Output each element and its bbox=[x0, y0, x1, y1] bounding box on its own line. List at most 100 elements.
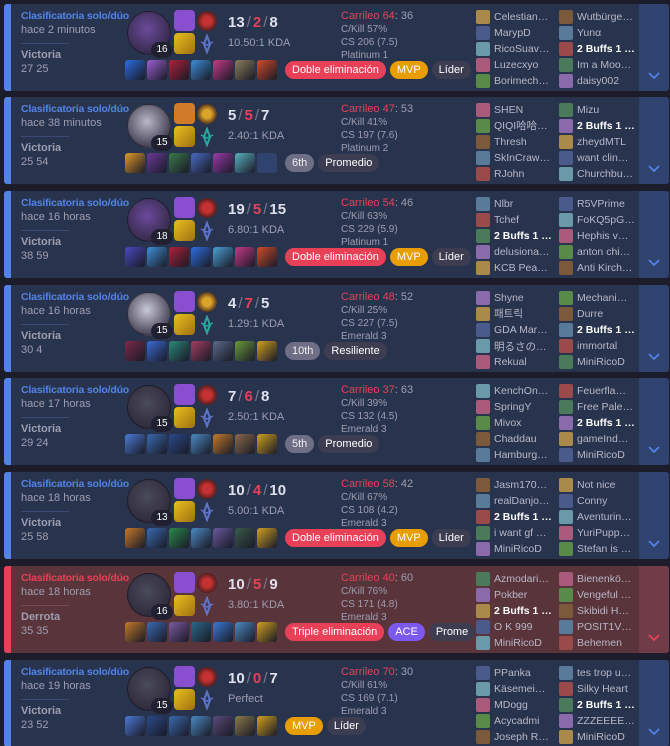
player-row[interactable]: Hephis v… bbox=[559, 228, 637, 244]
match-card[interactable]: Clasificatoria solo/dúo hace 18 horas Derr… bbox=[4, 566, 669, 653]
player-row[interactable]: Aventurin… bbox=[559, 509, 637, 525]
player-name[interactable]: Not nice bbox=[577, 479, 637, 491]
player-name[interactable]: Nlbr bbox=[494, 198, 554, 210]
summoner-spell-1[interactable] bbox=[174, 478, 195, 499]
summoner-spell-2[interactable] bbox=[174, 689, 195, 710]
item-slot[interactable] bbox=[169, 153, 189, 173]
item-slot[interactable] bbox=[125, 434, 145, 454]
item-slot[interactable] bbox=[147, 60, 167, 80]
player-name[interactable]: 2 Buffs 1 … bbox=[577, 699, 637, 711]
secondary-rune-icon[interactable] bbox=[197, 220, 217, 242]
player-row[interactable]: Jasm170… bbox=[476, 477, 554, 493]
summoner-spell-2[interactable] bbox=[174, 126, 195, 147]
item-slot[interactable] bbox=[169, 60, 189, 80]
player-row[interactable]: Im a Moo… bbox=[559, 57, 637, 73]
match-card[interactable]: Clasificatoria solo/dúo hace 38 minutos Vi… bbox=[4, 97, 669, 184]
item-slot[interactable] bbox=[191, 622, 211, 642]
item-slot[interactable] bbox=[257, 622, 277, 642]
summoner-spell-1[interactable] bbox=[174, 103, 195, 124]
player-row[interactable]: Not nice bbox=[559, 477, 637, 493]
player-row[interactable]: Mizu bbox=[559, 102, 637, 118]
player-row[interactable]: MiniRicoD bbox=[559, 447, 637, 463]
player-name[interactable]: SpringY bbox=[494, 401, 554, 413]
player-row[interactable]: Shyne bbox=[476, 290, 554, 306]
item-slot[interactable] bbox=[125, 716, 145, 736]
summoner-spell-1[interactable] bbox=[174, 10, 195, 31]
player-name[interactable]: Pokber bbox=[494, 589, 554, 601]
player-row[interactable]: KCB Pea… bbox=[476, 260, 554, 276]
player-row[interactable]: Wutbürge… bbox=[559, 9, 637, 25]
player-name[interactable]: Acycadmi bbox=[494, 715, 554, 727]
item-slot[interactable] bbox=[125, 60, 145, 80]
item-slot[interactable] bbox=[191, 247, 211, 267]
match-card[interactable]: Clasificatoria solo/dúo hace 17 horas Vict… bbox=[4, 378, 669, 465]
item-slot[interactable] bbox=[169, 434, 189, 454]
player-name[interactable]: Chaddau bbox=[494, 433, 554, 445]
expand-button[interactable] bbox=[639, 660, 669, 746]
item-slot[interactable] bbox=[235, 622, 255, 642]
player-name[interactable]: Hamburg… bbox=[494, 449, 554, 461]
player-row[interactable]: PPanka bbox=[476, 665, 554, 681]
secondary-rune-icon[interactable] bbox=[197, 595, 217, 617]
player-name[interactable]: MiniRicoD bbox=[577, 449, 637, 461]
keystone-rune-icon[interactable] bbox=[197, 11, 217, 31]
player-name[interactable]: GDA Mar… bbox=[494, 324, 554, 336]
player-name[interactable]: Bienenkö… bbox=[577, 573, 637, 585]
player-name[interactable]: delusiona… bbox=[494, 246, 554, 258]
expand-button[interactable] bbox=[639, 285, 669, 372]
player-row[interactable]: MDogg bbox=[476, 697, 554, 713]
item-slot[interactable] bbox=[235, 341, 255, 361]
item-slot[interactable] bbox=[235, 247, 255, 267]
player-name[interactable]: POSIT1V… bbox=[577, 621, 637, 633]
item-slot[interactable] bbox=[235, 153, 255, 173]
item-slot[interactable] bbox=[191, 434, 211, 454]
item-slot[interactable] bbox=[191, 341, 211, 361]
item-slot[interactable] bbox=[257, 528, 277, 548]
player-row[interactable]: Hamburg… bbox=[476, 447, 554, 463]
player-row[interactable]: Feuerfla… bbox=[559, 383, 637, 399]
player-name[interactable]: gameInd… bbox=[577, 433, 637, 445]
player-name[interactable]: Jasm170… bbox=[494, 479, 554, 491]
player-name[interactable]: RJohn bbox=[494, 168, 554, 180]
expand-button[interactable] bbox=[639, 378, 669, 465]
player-name[interactable]: MDogg bbox=[494, 699, 554, 711]
item-slot[interactable] bbox=[257, 341, 277, 361]
player-row[interactable]: YuriPupp… bbox=[559, 525, 637, 541]
player-name[interactable]: Feuerfla… bbox=[577, 385, 637, 397]
player-row[interactable]: 明るさの… bbox=[476, 338, 554, 354]
player-row[interactable]: 2 Buffs 1 … bbox=[559, 41, 637, 57]
item-slot[interactable] bbox=[213, 60, 233, 80]
secondary-rune-icon[interactable] bbox=[197, 407, 217, 429]
player-row[interactable]: ZZZEEEE… bbox=[559, 713, 637, 729]
player-row[interactable]: SkInCraw… bbox=[476, 150, 554, 166]
player-row[interactable]: Luzecxyo bbox=[476, 57, 554, 73]
player-row[interactable]: RJohn bbox=[476, 166, 554, 182]
player-name[interactable]: Tchef bbox=[494, 214, 554, 226]
expand-button[interactable] bbox=[639, 566, 669, 653]
keystone-rune-icon[interactable] bbox=[197, 292, 217, 312]
summoner-spell-2[interactable] bbox=[174, 595, 195, 616]
player-row[interactable]: Free Pale… bbox=[559, 399, 637, 415]
player-row[interactable]: Conny bbox=[559, 493, 637, 509]
player-row[interactable]: delusiona… bbox=[476, 244, 554, 260]
item-slot[interactable] bbox=[147, 341, 167, 361]
match-card[interactable]: Clasificatoria solo/dúo hace 18 horas Vict… bbox=[4, 472, 669, 559]
player-name[interactable]: immortal bbox=[577, 340, 637, 352]
player-row[interactable]: zheydMTL bbox=[559, 134, 637, 150]
player-name[interactable]: daisy002 bbox=[577, 75, 637, 87]
item-slot[interactable] bbox=[213, 341, 233, 361]
player-name[interactable]: SkInCraw… bbox=[494, 152, 554, 164]
player-row[interactable]: want clin… bbox=[559, 150, 637, 166]
item-slot[interactable] bbox=[147, 622, 167, 642]
item-slot[interactable] bbox=[147, 716, 167, 736]
player-name[interactable]: realDanjo… bbox=[494, 495, 554, 507]
player-name[interactable]: Rekual bbox=[494, 356, 554, 368]
player-name[interactable]: ZZZEEEE… bbox=[577, 715, 637, 727]
match-card[interactable]: Clasificatoria solo/dúo hace 16 horas Vict… bbox=[4, 191, 669, 278]
item-slot[interactable] bbox=[169, 341, 189, 361]
player-name[interactable]: Mizu bbox=[577, 104, 637, 116]
player-name[interactable]: Anti Kirch… bbox=[577, 262, 637, 274]
item-slot[interactable] bbox=[213, 434, 233, 454]
player-row[interactable]: Durre bbox=[559, 306, 637, 322]
player-name[interactable]: Mechani… bbox=[577, 292, 637, 304]
